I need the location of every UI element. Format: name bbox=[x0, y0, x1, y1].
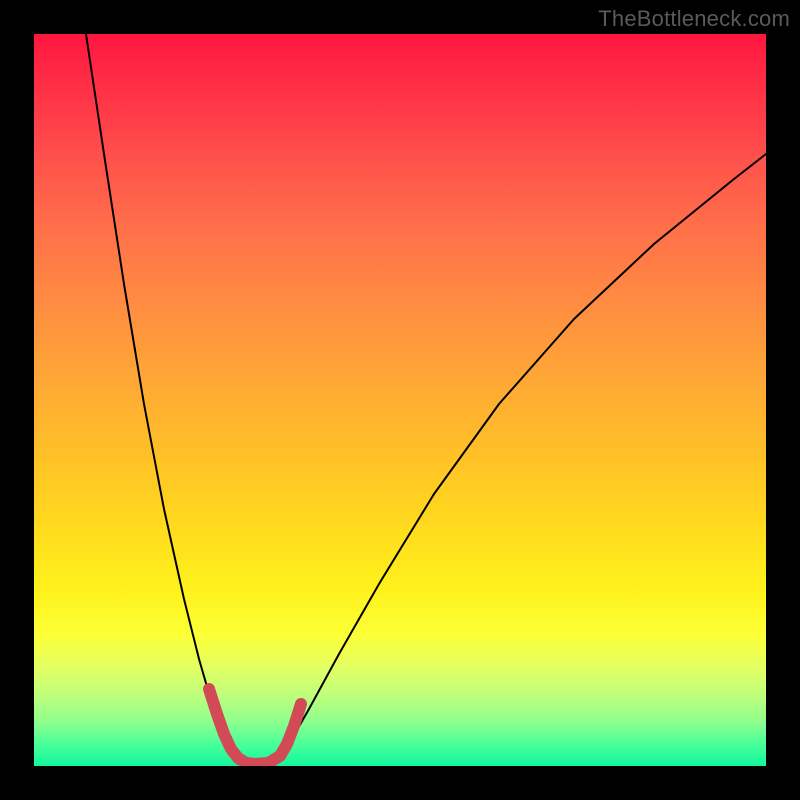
curve-layer bbox=[34, 34, 766, 766]
series-black-curve-left bbox=[86, 34, 238, 764]
watermark-text: TheBottleneck.com bbox=[598, 6, 790, 32]
series-red-bottom bbox=[209, 689, 301, 764]
plot-area bbox=[34, 34, 766, 766]
chart-frame: TheBottleneck.com bbox=[0, 0, 800, 800]
series-black-curve-right bbox=[276, 154, 766, 764]
